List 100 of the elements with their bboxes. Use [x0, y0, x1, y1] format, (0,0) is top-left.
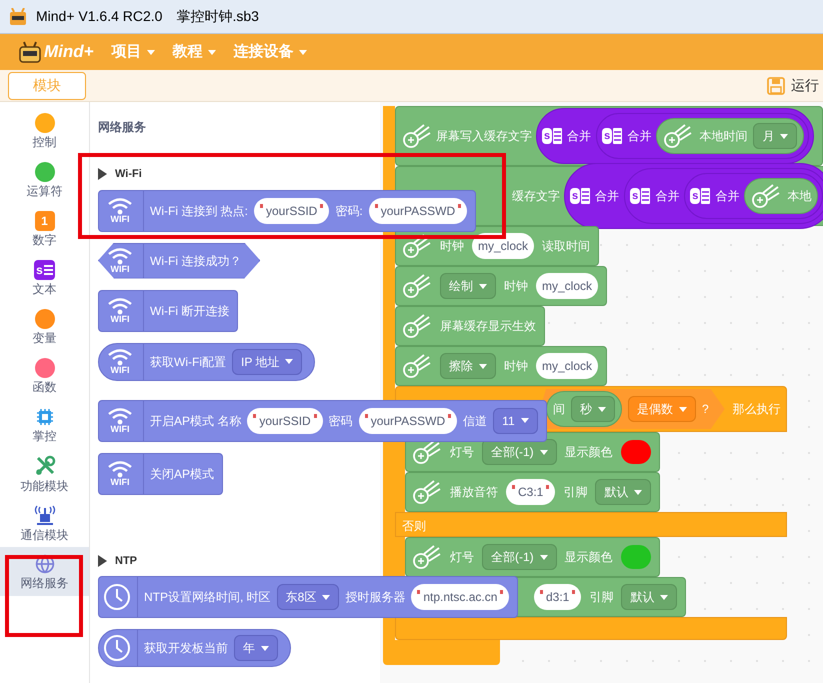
clock-icon	[103, 583, 131, 611]
block-label: 间	[553, 401, 565, 418]
quote-mark-icon	[500, 590, 504, 594]
caret-icon	[540, 554, 548, 560]
dropdown[interactable]: 东8区	[276, 584, 340, 610]
palette-block[interactable]: WIFI 开启AP模式 名称 yourSSID 密码 yourPASSWD 信道 11	[98, 400, 547, 442]
window-title: Mind+ V1.6.4 RC2.0	[36, 7, 162, 26]
caret-icon	[146, 50, 155, 54]
antenna-robot-icon	[32, 504, 56, 526]
expand-triangle-icon[interactable]	[98, 168, 107, 180]
block-label: 获取开发板当前	[144, 640, 228, 657]
swoosh-icon	[402, 233, 432, 259]
block-label: Wi-Fi 连接到 热点:	[150, 202, 248, 220]
swoosh-icon	[412, 439, 442, 465]
block-label: 合并	[595, 188, 620, 205]
quote-mark-icon	[374, 204, 378, 208]
caret-icon	[598, 406, 606, 412]
clock-icon	[103, 634, 131, 662]
block-label: 缓存文字	[512, 188, 560, 205]
caret-icon	[298, 50, 307, 54]
palette-block[interactable]: WIFI 获取Wi-Fi配置 IP 地址	[98, 342, 316, 380]
block-label: 密码	[328, 412, 353, 430]
swoosh-icon	[751, 183, 782, 209]
quote-mark-icon	[512, 485, 515, 489]
chip-icon	[34, 407, 54, 427]
block-label: 授时服务器	[345, 589, 406, 606]
block-label: 本地	[787, 188, 812, 205]
quote-mark-icon	[540, 590, 543, 594]
caret-icon	[261, 646, 269, 650]
palette-block[interactable]: NTP设置网络时间, 时区 东8区 授时服务器 ntp.ntsc.ac.cn	[98, 576, 518, 618]
caret-icon	[634, 490, 642, 494]
block-label: Wi-Fi 断开连接	[150, 302, 230, 320]
caret-icon	[540, 450, 548, 454]
text-input[interactable]: my_clock	[536, 273, 598, 299]
caret-icon	[322, 594, 330, 600]
expand-triangle-icon[interactable]	[98, 554, 107, 567]
save-icon	[767, 76, 785, 94]
swoosh-icon	[402, 123, 432, 149]
color-swatch[interactable]	[620, 545, 651, 569]
palette-block[interactable]: 获取开发板当前 年	[98, 629, 291, 667]
block-label: NTP设置网络时间, 时区	[144, 589, 271, 606]
text-input[interactable]: yourPASSWD	[358, 408, 458, 434]
block-label: 合并	[567, 128, 592, 145]
block-label: 合并	[627, 128, 652, 145]
caret-icon	[679, 406, 687, 412]
flyout-heading: 网络服务	[98, 119, 146, 136]
text-input[interactable]: yourSSID	[247, 408, 323, 434]
palette-block[interactable]: WIFI Wi-Fi 连接到 热点: yourSSID 密码: yourPASSWD	[98, 190, 476, 232]
block-label: 那么执行	[732, 401, 781, 418]
dropdown[interactable]: IP 地址	[232, 348, 302, 374]
caret-icon	[660, 594, 668, 600]
text-input[interactable]: yourPASSWD	[368, 198, 468, 224]
file-name: 掌控时钟.sb3	[176, 7, 259, 26]
caret-icon	[208, 50, 216, 54]
quote-mark-icon	[364, 414, 368, 418]
text-input[interactable]: ntp.ntsc.ac.cn	[411, 584, 510, 610]
block-label: 获取Wi-Fi配置	[150, 354, 226, 370]
block-label: 灯号	[450, 549, 474, 566]
swoosh-icon	[412, 544, 442, 570]
text-input[interactable]: d3:1	[534, 584, 582, 610]
swoosh-icon	[663, 123, 694, 149]
quote-mark-icon	[572, 590, 576, 594]
swoosh-icon	[402, 353, 432, 379]
section-label: NTP	[115, 554, 137, 568]
block-label: 开启AP模式 名称	[150, 412, 242, 430]
robot-logo-icon	[8, 8, 28, 26]
quote-mark-icon	[546, 485, 550, 489]
run-button[interactable]: 运行	[767, 75, 819, 96]
block-label: 关闭AP模式	[150, 466, 214, 482]
block-label: ?	[702, 401, 709, 418]
block-label: Wi-Fi 连接成功？	[150, 252, 242, 270]
color-swatch[interactable]	[620, 440, 651, 464]
robot-logo-icon	[18, 41, 42, 63]
caret-icon	[479, 284, 487, 288]
block-label: 引脚	[563, 484, 588, 501]
block-label: 显示颜色	[564, 444, 613, 461]
block-label: 灯号	[450, 444, 474, 461]
block-label: 时钟	[504, 358, 528, 375]
text-input[interactable]: my_clock	[536, 353, 598, 379]
block-label: 屏幕缓存显示生效	[440, 318, 536, 335]
caret-icon	[479, 364, 487, 368]
block-label: 时钟	[504, 278, 528, 295]
block-label: 密码:	[335, 202, 363, 220]
block-label: 播放音符	[450, 484, 498, 501]
block-label: 信道	[463, 412, 488, 430]
logo-text: Mind+	[44, 41, 94, 64]
quote-mark-icon	[260, 204, 263, 208]
quote-mark-icon	[417, 590, 420, 594]
text-block-icon: s	[34, 260, 55, 280]
text-input[interactable]: my_clock	[472, 233, 534, 259]
section-label: Wi-Fi	[115, 167, 142, 182]
dropdown[interactable]: 11	[493, 408, 538, 434]
text-input[interactable]: yourSSID	[254, 198, 330, 224]
block-label: 显示颜色	[564, 549, 613, 566]
block-label: 屏幕写入缓存文字	[436, 128, 532, 145]
text-input[interactable]: C3:1	[506, 479, 556, 505]
swoosh-icon	[402, 313, 432, 339]
dropdown[interactable]: 年	[234, 635, 278, 661]
block-label: 合并	[655, 188, 680, 205]
swoosh-icon	[412, 479, 442, 505]
